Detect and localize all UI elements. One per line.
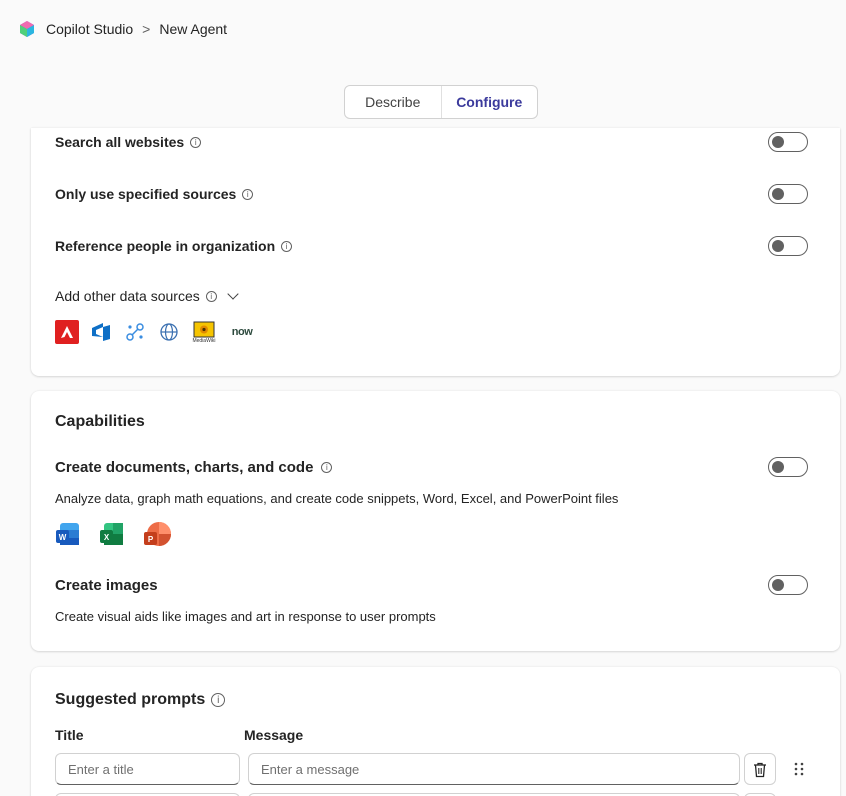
capabilities-card: Capabilities Create documents, charts, a… [31,391,840,651]
svg-text:P: P [148,535,154,544]
chevron-down-icon[interactable] [227,288,239,300]
search-all-websites-row: Search all websites i [55,134,202,150]
prompt-title-input[interactable]: Enter a title [55,753,240,785]
info-icon[interactable]: i [190,136,202,148]
reference-people-toggle[interactable] [768,236,808,256]
reference-people-label: Reference people in organization [55,238,276,254]
servicenow-icon[interactable]: now [227,320,257,344]
info-icon[interactable]: i [281,240,293,252]
powerpoint-icon: P [143,521,173,554]
create-images-row: Create images [55,577,158,594]
title-column-header: Title [55,727,84,743]
tab-configure[interactable]: Configure [440,86,538,118]
add-data-sources-label: Add other data sources [55,288,200,304]
only-specified-sources-row: Only use specified sources i [55,186,254,202]
svg-text:X: X [104,533,110,542]
create-documents-row: Create documents, charts, and code i [55,459,333,476]
delete-prompt-button[interactable] [744,753,776,785]
suggested-prompts-title: Suggested prompts [55,691,206,708]
reference-people-row: Reference people in organization i [55,238,293,254]
create-documents-description: Analyze data, graph math equations, and … [55,491,619,506]
knowledge-card: Search all websites i Only use specified… [31,128,840,376]
create-images-title: Create images [55,577,158,594]
search-all-websites-label: Search all websites [55,134,185,150]
only-specified-sources-label: Only use specified sources [55,186,237,202]
word-icon: W [55,521,81,554]
info-icon[interactable]: i [242,188,254,200]
connector-icon[interactable] [123,320,147,344]
breadcrumb-app[interactable]: Copilot Studio [46,21,133,37]
create-documents-toggle[interactable] [768,457,808,477]
only-specified-sources-toggle[interactable] [768,184,808,204]
svg-text:W: W [59,533,67,542]
message-column-header: Message [244,727,304,743]
azure-devops-icon[interactable] [89,320,113,344]
mediawiki-icon[interactable]: MediaWiki [191,320,217,344]
info-icon[interactable]: i [205,290,217,302]
create-images-description: Create visual aids like images and art i… [55,609,436,624]
capabilities-title: Capabilities [55,413,145,430]
trash-icon [754,762,766,777]
suggested-prompts-card: Suggested prompts i Title Message Enter … [31,667,840,796]
mode-tabs: Describe Configure [344,85,538,119]
create-images-toggle[interactable] [768,575,808,595]
breadcrumb-agent[interactable]: New Agent [159,21,227,37]
create-documents-title: Create documents, charts, and code [55,459,314,476]
prompt-message-input[interactable]: Enter a message [248,753,740,785]
adobe-icon[interactable] [55,320,79,344]
office-icons: W X P [55,521,173,554]
globe-icon[interactable] [157,320,181,344]
excel-icon: X [99,521,125,554]
top-bar: Copilot Studio > New Agent [0,0,846,58]
info-icon[interactable]: i [321,462,333,473]
info-icon[interactable]: i [211,693,226,707]
drag-handle-icon[interactable] [791,759,807,779]
tab-describe[interactable]: Describe [345,86,441,118]
suggested-prompts-header: Suggested prompts i [55,691,226,709]
copilot-studio-logo-icon [18,19,38,39]
add-data-sources-row[interactable]: Add other data sources i [55,288,239,304]
search-all-websites-toggle[interactable] [768,132,808,152]
breadcrumb-separator: > [142,21,151,37]
data-source-icons: MediaWiki now [55,320,257,344]
